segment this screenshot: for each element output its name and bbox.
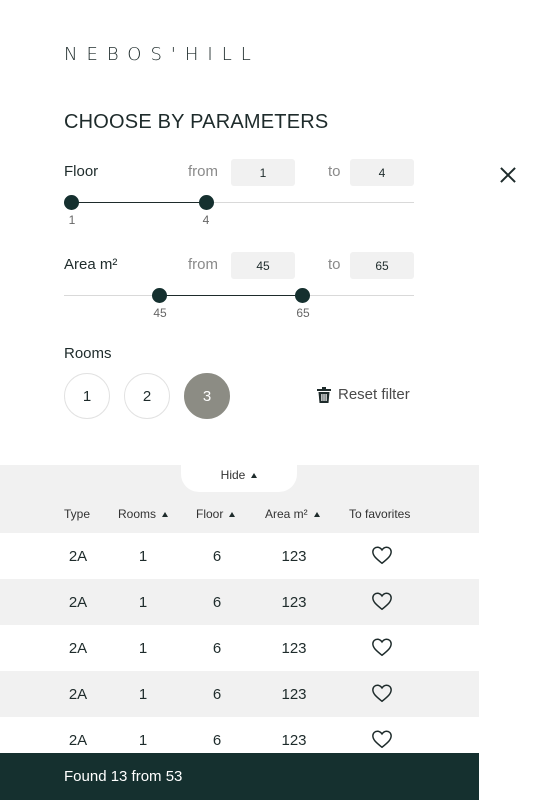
sort-caret-up-icon xyxy=(162,511,169,517)
floor-slider-min-label: 1 xyxy=(68,213,76,227)
cell-floor: 6 xyxy=(212,547,222,565)
floor-label: Floor xyxy=(64,163,99,180)
rooms-label: Rooms xyxy=(64,345,112,362)
room-option-1[interactable]: 1 xyxy=(64,373,110,419)
column-header-area[interactable]: Area m² xyxy=(265,507,320,521)
floor-slider-fill xyxy=(72,202,206,203)
table-row[interactable]: 2A 1 6 123 xyxy=(0,533,479,579)
table-row[interactable]: 2A 1 6 123 xyxy=(0,579,479,625)
cell-floor: 6 xyxy=(212,685,222,703)
cell-rooms: 1 xyxy=(138,685,148,703)
reset-filter-button[interactable]: Reset filter xyxy=(317,386,410,403)
cell-floor: 6 xyxy=(212,593,222,611)
cell-area: 123 xyxy=(281,593,307,611)
heart-icon[interactable] xyxy=(371,682,393,704)
room-option-3[interactable]: 3 xyxy=(184,373,230,419)
trash-icon xyxy=(317,386,331,403)
close-icon[interactable] xyxy=(496,163,520,187)
cell-rooms: 1 xyxy=(138,731,148,749)
cell-area: 123 xyxy=(281,547,307,565)
column-header-area-label: Area m² xyxy=(265,507,308,521)
column-header-type: Type xyxy=(64,507,90,521)
column-header-floor-label: Floor xyxy=(196,507,224,521)
hide-toggle-button[interactable]: Hide xyxy=(181,458,297,492)
column-header-rooms-label: Rooms xyxy=(118,507,157,521)
cell-floor: 6 xyxy=(212,731,222,749)
hide-label: Hide xyxy=(220,468,246,482)
cell-type: 2A xyxy=(68,685,88,703)
cell-type: 2A xyxy=(68,547,88,565)
column-header-favorites: To favorites xyxy=(349,507,410,521)
cell-rooms: 1 xyxy=(138,593,148,611)
cell-area: 123 xyxy=(281,639,307,657)
floor-from-label: from xyxy=(188,163,218,180)
column-header-floor[interactable]: Floor xyxy=(196,507,236,521)
caret-up-icon xyxy=(251,472,258,478)
area-slider-min-thumb[interactable] xyxy=(152,288,167,303)
area-label: Area m² xyxy=(64,256,118,273)
floor-slider-max-label: 4 xyxy=(202,213,210,227)
table-row[interactable]: 2A 1 6 123 xyxy=(0,671,479,717)
heart-icon[interactable] xyxy=(371,728,393,750)
heart-icon[interactable] xyxy=(371,544,393,566)
area-slider-fill xyxy=(160,295,303,296)
area-slider-min-label: 45 xyxy=(153,306,167,320)
floor-from-input[interactable]: 1 xyxy=(231,159,295,186)
table-row[interactable]: 2A 1 6 123 xyxy=(0,717,479,753)
results-footer: Found 13 from 53 xyxy=(0,753,479,800)
floor-to-input[interactable]: 4 xyxy=(350,159,414,186)
brand-logo: NEBOS'HILL xyxy=(64,44,260,65)
area-slider-max-label: 65 xyxy=(296,306,310,320)
cell-type: 2A xyxy=(68,731,88,749)
sort-caret-up-icon xyxy=(313,511,320,517)
cell-floor: 6 xyxy=(212,639,222,657)
area-to-label: to xyxy=(328,256,341,273)
cell-rooms: 1 xyxy=(138,639,148,657)
table-row[interactable]: 2A 1 6 123 xyxy=(0,625,479,671)
column-header-rooms[interactable]: Rooms xyxy=(118,507,169,521)
floor-slider-max-thumb[interactable] xyxy=(199,195,214,210)
heart-icon[interactable] xyxy=(371,636,393,658)
filter-title: CHOOSE BY PARAMETERS xyxy=(64,111,329,133)
area-to-input[interactable]: 65 xyxy=(350,252,414,279)
column-header-favorites-label: To favorites xyxy=(349,507,411,521)
heart-icon[interactable] xyxy=(371,590,393,612)
cell-area: 123 xyxy=(281,685,307,703)
sort-caret-up-icon xyxy=(229,511,236,517)
area-slider-max-thumb[interactable] xyxy=(295,288,310,303)
floor-to-label: to xyxy=(328,163,341,180)
cell-rooms: 1 xyxy=(138,547,148,565)
column-header-type-label: Type xyxy=(64,507,91,521)
area-from-label: from xyxy=(188,256,218,273)
cell-type: 2A xyxy=(68,593,88,611)
room-option-2[interactable]: 2 xyxy=(124,373,170,419)
floor-slider-min-thumb[interactable] xyxy=(64,195,79,210)
cell-type: 2A xyxy=(68,639,88,657)
reset-filter-label: Reset filter xyxy=(338,386,410,403)
cell-area: 123 xyxy=(281,731,307,749)
found-count-text: Found 13 from 53 xyxy=(64,768,183,785)
area-from-input[interactable]: 45 xyxy=(231,252,295,279)
